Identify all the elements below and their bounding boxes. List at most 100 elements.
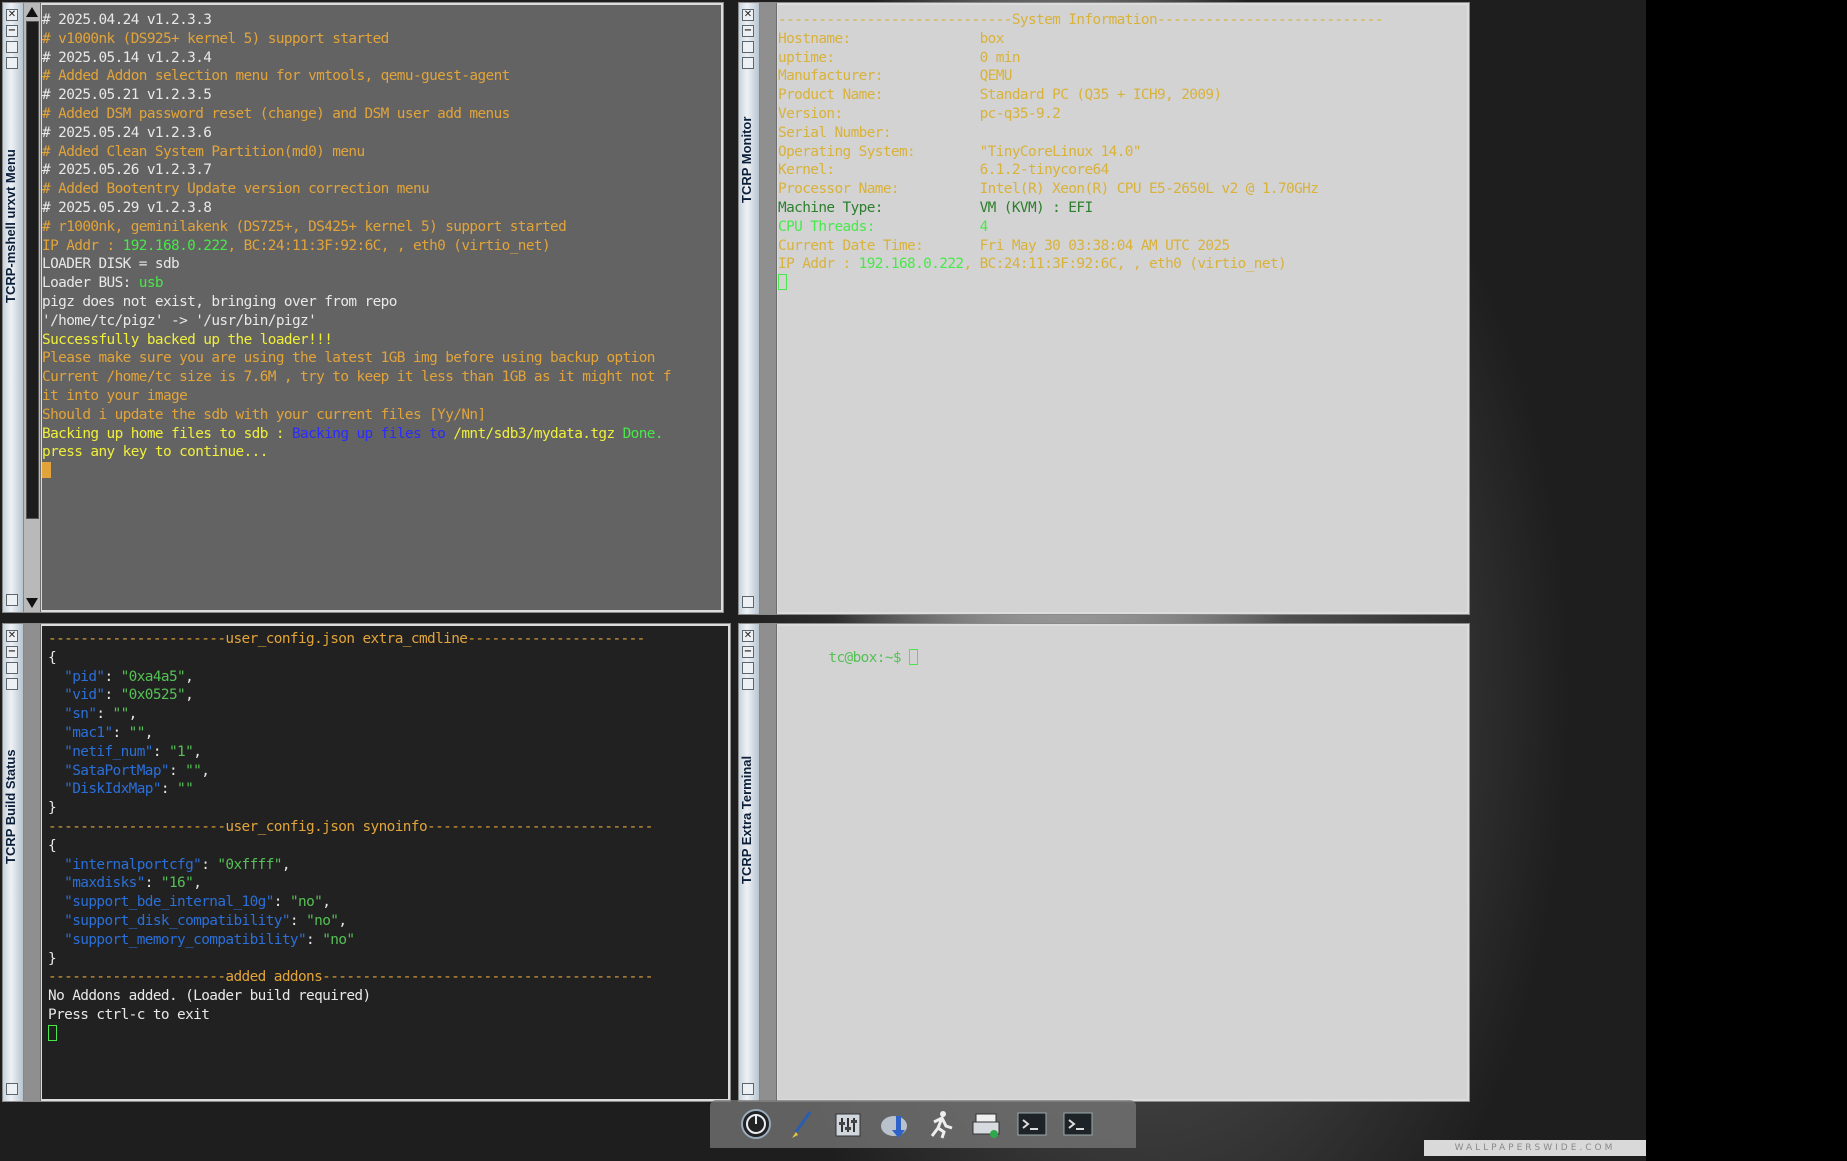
minimize-icon[interactable]: − [6,25,18,37]
terminal-line: Version: pc-q35-9.2 [778,105,1467,124]
terminal-text: : [160,781,178,798]
power-icon[interactable] [738,1106,774,1142]
close-icon[interactable]: ✕ [6,9,18,21]
terminal-text: "0xa4a5" [120,668,186,685]
maximize-icon[interactable] [6,662,18,674]
terminal-text: Intel(R) Xeon(R) CPU E5-2650L v2 @ 1.70G… [979,181,1319,198]
restore-icon[interactable] [6,678,18,690]
resize-icon[interactable] [6,594,18,606]
restore-icon[interactable] [742,57,754,69]
close-icon[interactable]: ✕ [742,9,754,21]
restore-icon[interactable] [6,57,18,69]
terminal-output[interactable]: -----------------------------System Info… [778,5,1467,612]
resize-icon[interactable] [742,596,754,608]
window-build-status[interactable]: ✕ − TCRP Build Status ------------------… [2,623,731,1102]
wallpaper-watermark: WALLPAPERSWIDE.COM [1424,1140,1646,1156]
terminal-text: : [104,687,121,704]
terminal-text: # 2025.05.26 v1.2.3.7 [42,162,212,179]
terminal-line: Should i update the sdb with your curren… [42,406,721,425]
terminal-line: "DiskIdxMap": "" [48,780,728,799]
terminal-line: ----------------------user_config.json e… [48,630,728,649]
terminal-line [48,1024,728,1044]
terminal-line: Product Name: Standard PC (Q35 + ICH9, 2… [778,86,1467,105]
terminal-text: No Addons added. (Loader build required) [48,988,371,1005]
text-cursor [42,462,51,479]
terminal-text: "sn" [48,706,97,723]
terminal-text: Please make sure you are using the lates… [42,350,655,367]
terminal-text: box [979,30,1005,47]
terminal-output[interactable]: ----------------------user_config.json e… [42,626,728,1099]
text-cursor [48,1024,57,1041]
window-titlebar[interactable]: ✕ − TCRP Build Status [3,624,24,1101]
terminal-line: { [48,837,728,856]
scroll-up-icon[interactable] [26,7,38,17]
resize-icon[interactable] [742,1083,754,1095]
scrollbar[interactable] [760,3,777,614]
terminal-text: 0 min [979,49,1021,66]
terminal-line: # 2025.05.24 v1.2.3.6 [42,124,721,143]
terminal-line: # 2025.05.21 v1.2.3.5 [42,86,721,105]
terminal-line: "support_bde_internal_10g": "no", [48,893,728,912]
terminal-text: : [168,762,186,779]
terminal-icon[interactable] [1014,1106,1050,1142]
window-titlebar[interactable]: ✕ − TCRP Extra Terminal [739,624,760,1101]
terminal-output[interactable]: # 2025.04.24 v1.2.3.3 # v1000nk (DS925+ k… [42,5,721,610]
close-icon[interactable]: ✕ [742,630,754,642]
text-cursor [778,274,787,291]
terminal-text: LOADER DISK = sdb [42,256,180,273]
brush-icon[interactable] [784,1106,820,1142]
terminal-text: # 2025.05.21 v1.2.3.5 [42,87,212,104]
scrollbar[interactable] [760,624,777,1101]
terminal-text: "no" [306,912,339,929]
minimize-icon[interactable]: − [742,646,754,658]
terminal-text: IP Addr : [778,256,859,273]
maximize-icon[interactable] [6,41,18,53]
terminal-icon-2[interactable] [1060,1106,1096,1142]
terminal-line: # Added Clean System Partition(md0) menu [42,143,721,162]
terminal-line: LOADER DISK = sdb [42,255,721,274]
terminal-output[interactable]: tc@box:~$ [778,626,1467,1099]
terminal-text: "16" [160,875,194,892]
control-panel-icon[interactable] [830,1106,866,1142]
window-mshell-menu[interactable]: ✕ − TCRP-mshell urxvt Menu # 2025.04.24 … [2,2,724,613]
installer-icon[interactable] [968,1106,1004,1142]
close-icon[interactable]: ✕ [6,630,18,642]
terminal-line: Operating System: "TinyCoreLinux 14.0" [778,143,1467,162]
terminal-line: } [48,950,728,969]
maximize-icon[interactable] [742,41,754,53]
terminal-text: # 2025.05.24 v1.2.3.6 [42,124,212,141]
resize-icon[interactable] [6,1083,18,1095]
terminal-line: Serial Number: [778,124,1467,143]
scroll-thumb[interactable] [26,21,39,519]
terminal-line: Current Date Time: Fri May 30 03:38:04 A… [778,237,1467,256]
window-monitor[interactable]: ✕ − TCRP Monitor -----------------------… [738,2,1470,615]
run-icon[interactable] [922,1106,958,1142]
terminal-line: Press ctrl-c to exit [48,1006,728,1025]
terminal-line: "maxdisks": "16", [48,874,728,893]
window-extra-terminal[interactable]: ✕ − TCRP Extra Terminal tc@box:~$ [738,623,1470,1102]
terminal-text: : [96,706,113,723]
terminal-text: Loader BUS: [42,275,139,292]
terminal-line: Loader BUS: usb [42,274,721,293]
window-titlebar[interactable]: ✕ − TCRP Monitor [739,3,760,614]
shell-prompt: tc@box:~$ [828,649,910,666]
terminal-text: ----------------------added addons------… [48,969,653,986]
window-title: TCRP Monitor [739,116,754,203]
mount-icon[interactable] [876,1106,912,1142]
restore-icon[interactable] [742,678,754,690]
scroll-down-icon[interactable] [26,598,38,608]
terminal-line: -----------------------------System Info… [778,11,1467,30]
terminal-text: , [193,875,202,892]
maximize-icon[interactable] [742,662,754,674]
terminal-line: Processor Name: Intel(R) Xeon(R) CPU E5-… [778,180,1467,199]
terminal-line: Backing up home files to sdb : Backing u… [42,425,721,444]
terminal-line: Machine Type: VM (KVM) : EFI [778,199,1467,218]
window-titlebar[interactable]: ✕ − TCRP-mshell urxvt Menu [3,3,24,612]
scrollbar[interactable] [24,3,41,612]
terminal-text: { [48,837,57,854]
scrollbar[interactable] [24,624,41,1101]
minimize-icon[interactable]: − [742,25,754,37]
desktop-black-edge [1646,0,1847,1161]
terminal-line: "SataPortMap": "", [48,762,728,781]
minimize-icon[interactable]: − [6,646,18,658]
